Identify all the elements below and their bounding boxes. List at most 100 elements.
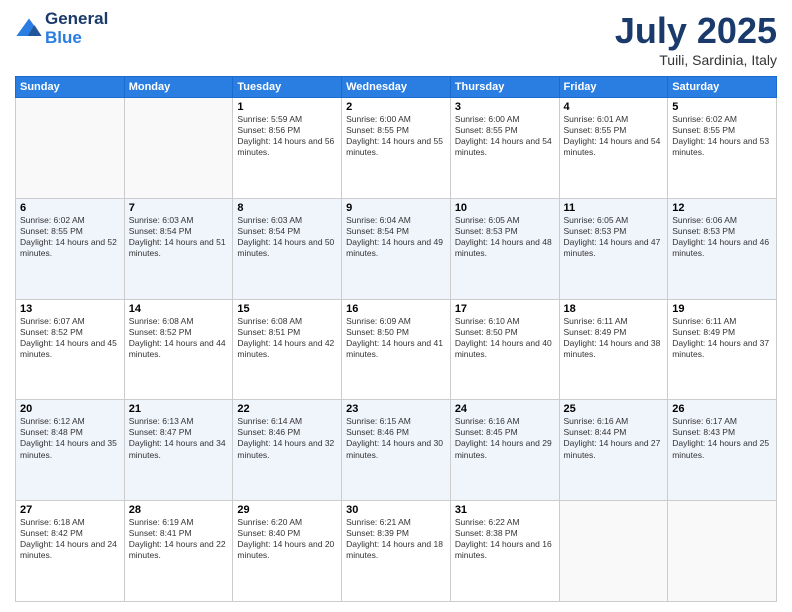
calendar-cell: 16Sunrise: 6:09 AMSunset: 8:50 PMDayligh… xyxy=(342,299,451,400)
day-number: 18 xyxy=(564,303,664,315)
day-number: 9 xyxy=(346,202,446,214)
day-number: 26 xyxy=(672,403,772,415)
calendar-cell: 5Sunrise: 6:02 AMSunset: 8:55 PMDaylight… xyxy=(668,98,777,199)
day-number: 12 xyxy=(672,202,772,214)
calendar-header-thursday: Thursday xyxy=(450,77,559,98)
calendar-cell: 24Sunrise: 6:16 AMSunset: 8:45 PMDayligh… xyxy=(450,400,559,501)
cell-info: Sunrise: 6:18 AMSunset: 8:42 PMDaylight:… xyxy=(20,517,120,561)
cell-info: Sunrise: 6:10 AMSunset: 8:50 PMDaylight:… xyxy=(455,316,555,360)
calendar-cell: 28Sunrise: 6:19 AMSunset: 8:41 PMDayligh… xyxy=(124,501,233,602)
cell-info: Sunrise: 6:14 AMSunset: 8:46 PMDaylight:… xyxy=(237,416,337,460)
day-number: 7 xyxy=(129,202,229,214)
calendar-cell: 8Sunrise: 6:03 AMSunset: 8:54 PMDaylight… xyxy=(233,198,342,299)
calendar-cell: 29Sunrise: 6:20 AMSunset: 8:40 PMDayligh… xyxy=(233,501,342,602)
calendar-cell: 1Sunrise: 5:59 AMSunset: 8:56 PMDaylight… xyxy=(233,98,342,199)
cell-info: Sunrise: 6:03 AMSunset: 8:54 PMDaylight:… xyxy=(237,215,337,259)
day-number: 5 xyxy=(672,101,772,113)
day-number: 25 xyxy=(564,403,664,415)
cell-info: Sunrise: 6:16 AMSunset: 8:44 PMDaylight:… xyxy=(564,416,664,460)
calendar-cell: 20Sunrise: 6:12 AMSunset: 8:48 PMDayligh… xyxy=(16,400,125,501)
logo: General Blue xyxy=(15,10,108,47)
cell-info: Sunrise: 6:06 AMSunset: 8:53 PMDaylight:… xyxy=(672,215,772,259)
day-number: 31 xyxy=(455,504,555,516)
day-number: 23 xyxy=(346,403,446,415)
cell-info: Sunrise: 5:59 AMSunset: 8:56 PMDaylight:… xyxy=(237,114,337,158)
cell-info: Sunrise: 6:11 AMSunset: 8:49 PMDaylight:… xyxy=(672,316,772,360)
calendar-cell: 14Sunrise: 6:08 AMSunset: 8:52 PMDayligh… xyxy=(124,299,233,400)
page: General Blue July 2025 Tuili, Sardinia, … xyxy=(0,0,792,612)
calendar-cell: 4Sunrise: 6:01 AMSunset: 8:55 PMDaylight… xyxy=(559,98,668,199)
calendar-header-sunday: Sunday xyxy=(16,77,125,98)
day-number: 29 xyxy=(237,504,337,516)
calendar-cell: 9Sunrise: 6:04 AMSunset: 8:54 PMDaylight… xyxy=(342,198,451,299)
day-number: 28 xyxy=(129,504,229,516)
calendar-cell: 12Sunrise: 6:06 AMSunset: 8:53 PMDayligh… xyxy=(668,198,777,299)
day-number: 15 xyxy=(237,303,337,315)
calendar-cell: 17Sunrise: 6:10 AMSunset: 8:50 PMDayligh… xyxy=(450,299,559,400)
cell-info: Sunrise: 6:08 AMSunset: 8:52 PMDaylight:… xyxy=(129,316,229,360)
calendar-cell xyxy=(559,501,668,602)
day-number: 20 xyxy=(20,403,120,415)
calendar-cell: 13Sunrise: 6:07 AMSunset: 8:52 PMDayligh… xyxy=(16,299,125,400)
calendar-cell: 22Sunrise: 6:14 AMSunset: 8:46 PMDayligh… xyxy=(233,400,342,501)
calendar-cell xyxy=(668,501,777,602)
cell-info: Sunrise: 6:05 AMSunset: 8:53 PMDaylight:… xyxy=(455,215,555,259)
calendar-table: SundayMondayTuesdayWednesdayThursdayFrid… xyxy=(15,76,777,602)
cell-info: Sunrise: 6:11 AMSunset: 8:49 PMDaylight:… xyxy=(564,316,664,360)
calendar-cell: 3Sunrise: 6:00 AMSunset: 8:55 PMDaylight… xyxy=(450,98,559,199)
cell-info: Sunrise: 6:01 AMSunset: 8:55 PMDaylight:… xyxy=(564,114,664,158)
day-number: 3 xyxy=(455,101,555,113)
cell-info: Sunrise: 6:22 AMSunset: 8:38 PMDaylight:… xyxy=(455,517,555,561)
calendar-cell: 31Sunrise: 6:22 AMSunset: 8:38 PMDayligh… xyxy=(450,501,559,602)
cell-info: Sunrise: 6:20 AMSunset: 8:40 PMDaylight:… xyxy=(237,517,337,561)
calendar-cell: 26Sunrise: 6:17 AMSunset: 8:43 PMDayligh… xyxy=(668,400,777,501)
logo-text: General Blue xyxy=(45,10,108,47)
calendar-cell: 6Sunrise: 6:02 AMSunset: 8:55 PMDaylight… xyxy=(16,198,125,299)
cell-info: Sunrise: 6:07 AMSunset: 8:52 PMDaylight:… xyxy=(20,316,120,360)
calendar-cell xyxy=(124,98,233,199)
cell-info: Sunrise: 6:00 AMSunset: 8:55 PMDaylight:… xyxy=(455,114,555,158)
day-number: 1 xyxy=(237,101,337,113)
cell-info: Sunrise: 6:09 AMSunset: 8:50 PMDaylight:… xyxy=(346,316,446,360)
day-number: 11 xyxy=(564,202,664,214)
day-number: 16 xyxy=(346,303,446,315)
cell-info: Sunrise: 6:12 AMSunset: 8:48 PMDaylight:… xyxy=(20,416,120,460)
calendar-week-row: 6Sunrise: 6:02 AMSunset: 8:55 PMDaylight… xyxy=(16,198,777,299)
cell-info: Sunrise: 6:02 AMSunset: 8:55 PMDaylight:… xyxy=(672,114,772,158)
logo-icon xyxy=(15,15,43,43)
day-number: 10 xyxy=(455,202,555,214)
calendar-header-row: SundayMondayTuesdayWednesdayThursdayFrid… xyxy=(16,77,777,98)
calendar-header-saturday: Saturday xyxy=(668,77,777,98)
cell-info: Sunrise: 6:03 AMSunset: 8:54 PMDaylight:… xyxy=(129,215,229,259)
cell-info: Sunrise: 6:00 AMSunset: 8:55 PMDaylight:… xyxy=(346,114,446,158)
day-number: 19 xyxy=(672,303,772,315)
calendar-cell: 15Sunrise: 6:08 AMSunset: 8:51 PMDayligh… xyxy=(233,299,342,400)
day-number: 30 xyxy=(346,504,446,516)
calendar-header-tuesday: Tuesday xyxy=(233,77,342,98)
calendar-cell: 23Sunrise: 6:15 AMSunset: 8:46 PMDayligh… xyxy=(342,400,451,501)
title-block: July 2025 Tuili, Sardinia, Italy xyxy=(615,10,777,68)
calendar-week-row: 27Sunrise: 6:18 AMSunset: 8:42 PMDayligh… xyxy=(16,501,777,602)
calendar-week-row: 1Sunrise: 5:59 AMSunset: 8:56 PMDaylight… xyxy=(16,98,777,199)
calendar-week-row: 20Sunrise: 6:12 AMSunset: 8:48 PMDayligh… xyxy=(16,400,777,501)
day-number: 21 xyxy=(129,403,229,415)
day-number: 27 xyxy=(20,504,120,516)
day-number: 22 xyxy=(237,403,337,415)
cell-info: Sunrise: 6:02 AMSunset: 8:55 PMDaylight:… xyxy=(20,215,120,259)
calendar-cell: 7Sunrise: 6:03 AMSunset: 8:54 PMDaylight… xyxy=(124,198,233,299)
calendar-cell: 19Sunrise: 6:11 AMSunset: 8:49 PMDayligh… xyxy=(668,299,777,400)
cell-info: Sunrise: 6:15 AMSunset: 8:46 PMDaylight:… xyxy=(346,416,446,460)
calendar-cell: 18Sunrise: 6:11 AMSunset: 8:49 PMDayligh… xyxy=(559,299,668,400)
location: Tuili, Sardinia, Italy xyxy=(615,52,777,68)
day-number: 14 xyxy=(129,303,229,315)
cell-info: Sunrise: 6:17 AMSunset: 8:43 PMDaylight:… xyxy=(672,416,772,460)
day-number: 2 xyxy=(346,101,446,113)
day-number: 17 xyxy=(455,303,555,315)
day-number: 13 xyxy=(20,303,120,315)
month-title: July 2025 xyxy=(615,10,777,52)
day-number: 4 xyxy=(564,101,664,113)
calendar-cell: 25Sunrise: 6:16 AMSunset: 8:44 PMDayligh… xyxy=(559,400,668,501)
cell-info: Sunrise: 6:04 AMSunset: 8:54 PMDaylight:… xyxy=(346,215,446,259)
calendar-cell: 21Sunrise: 6:13 AMSunset: 8:47 PMDayligh… xyxy=(124,400,233,501)
day-number: 6 xyxy=(20,202,120,214)
